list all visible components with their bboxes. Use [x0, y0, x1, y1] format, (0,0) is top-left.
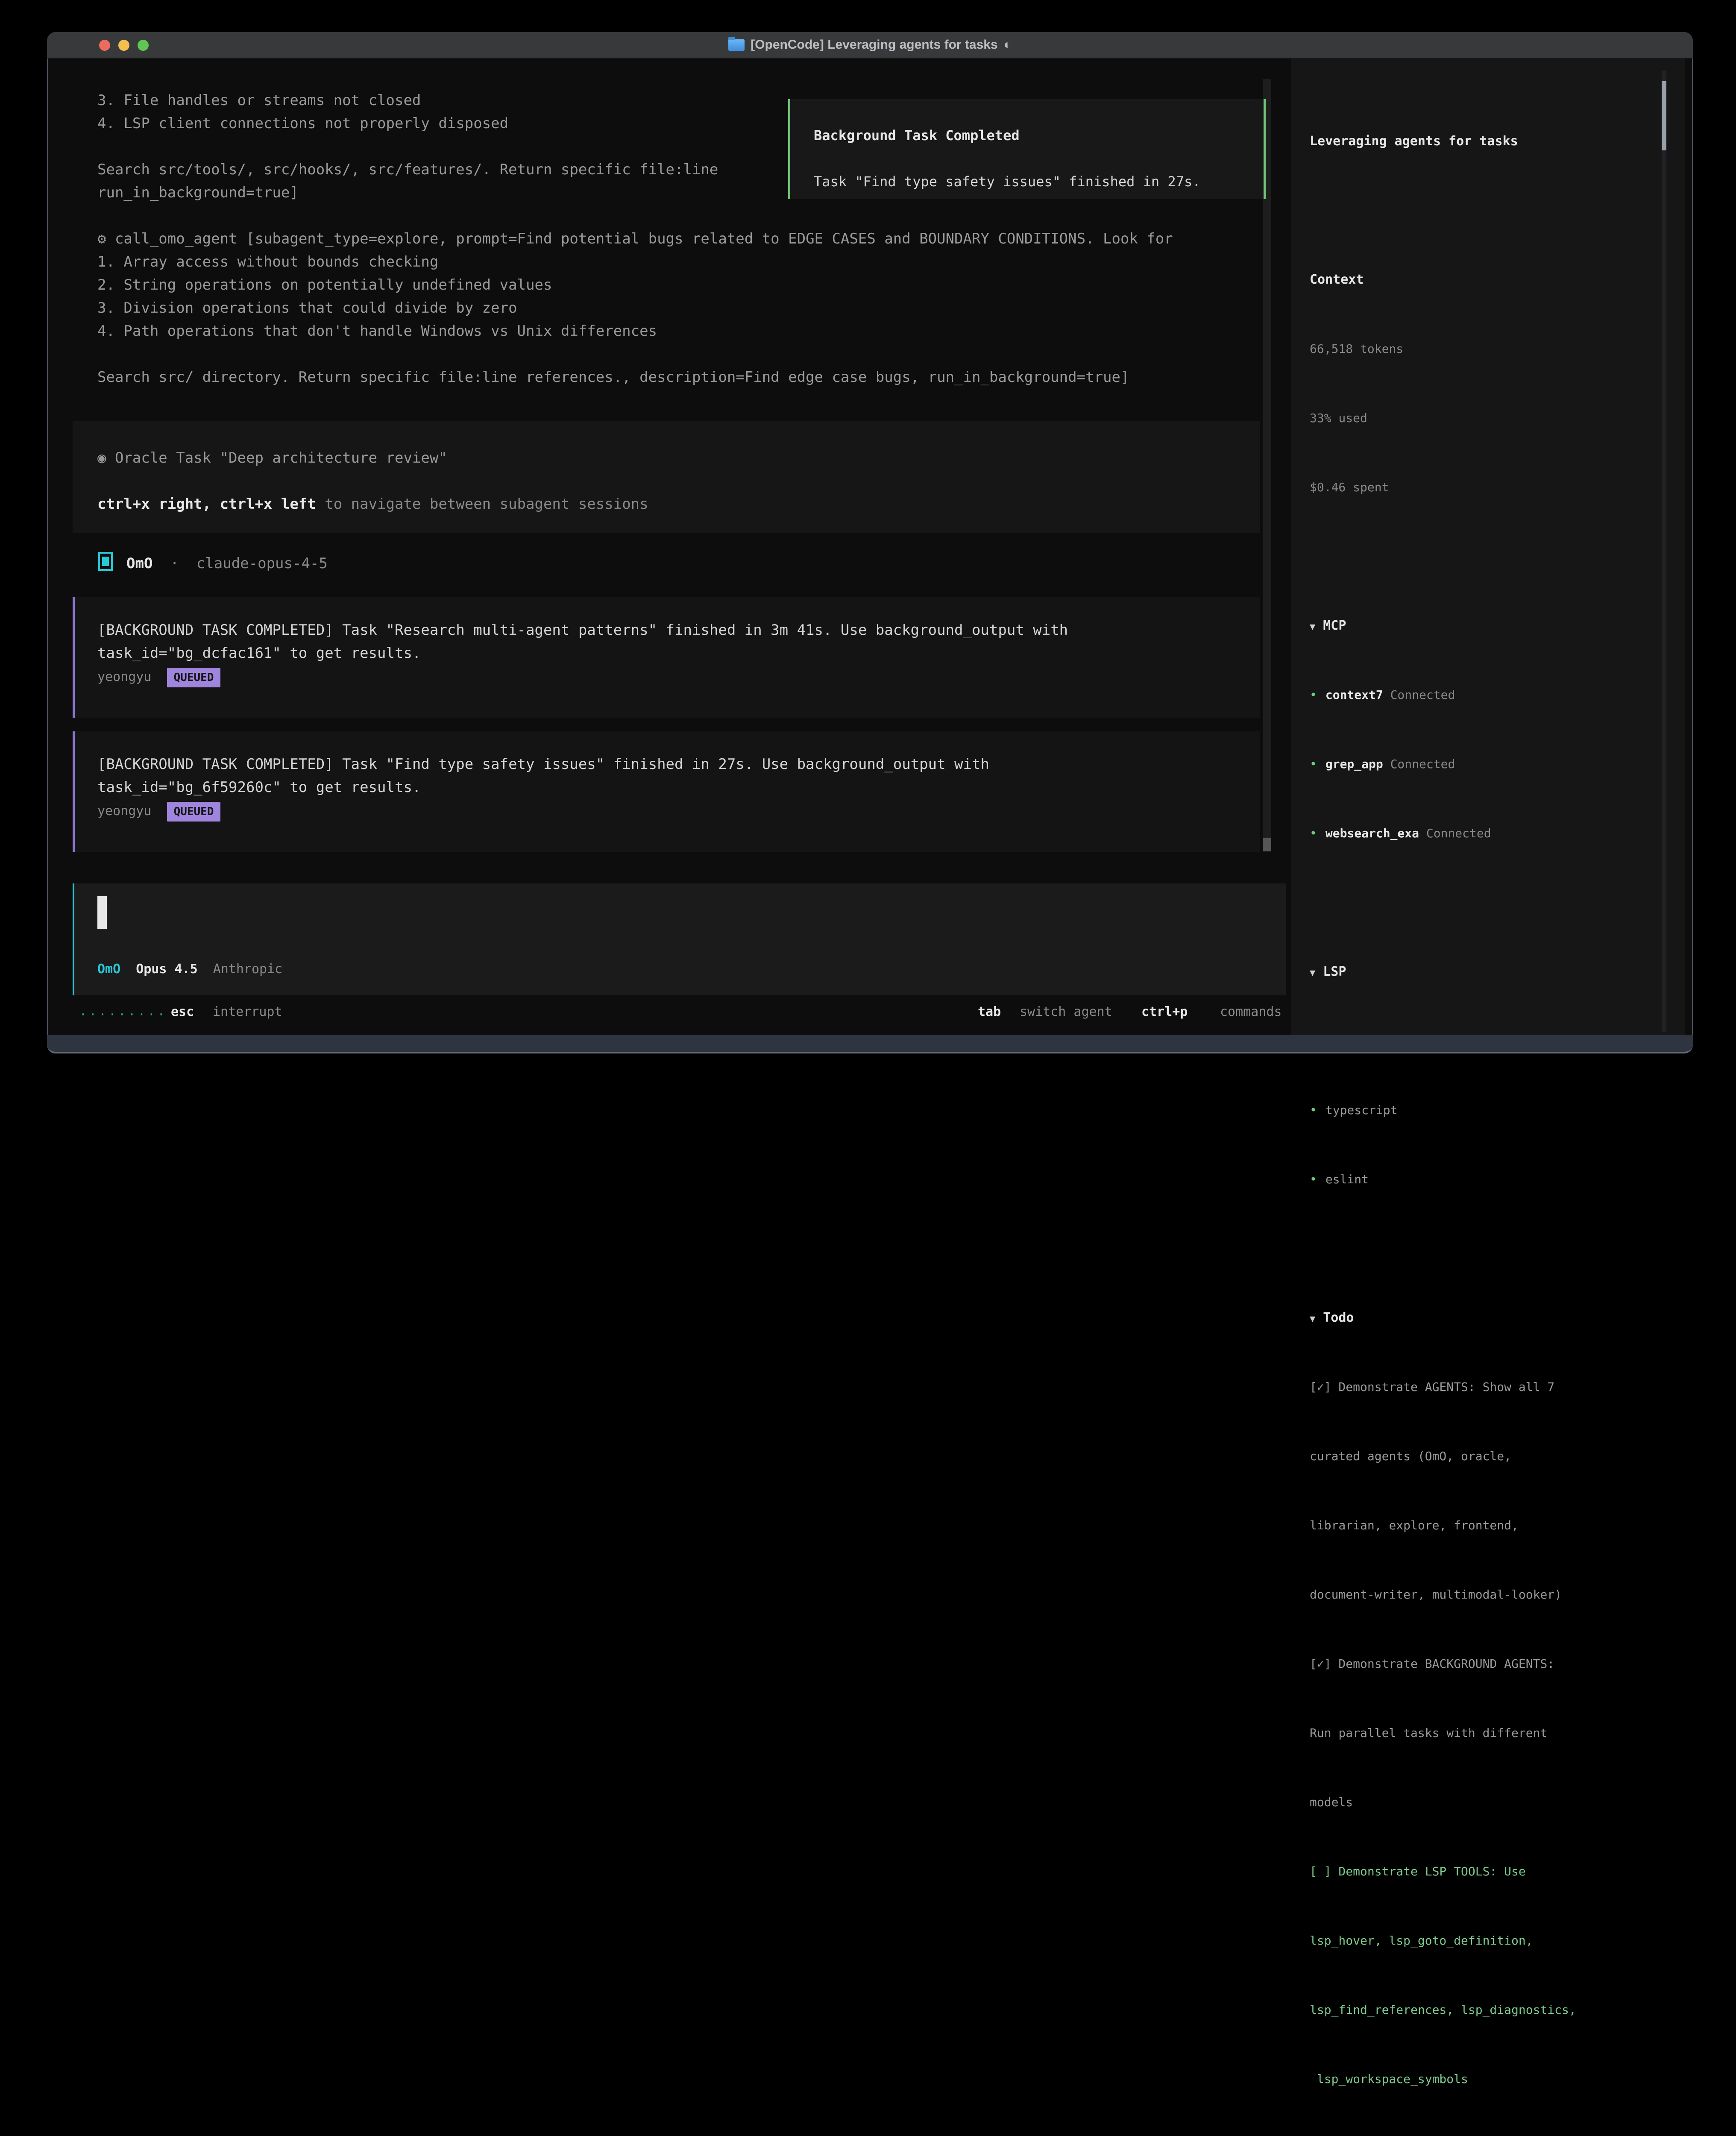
transcript-line: run_in_background=true]: [97, 181, 299, 204]
mcp-item: •grep_app Connected: [1310, 753, 1677, 776]
lsp-section-header[interactable]: ▼LSP: [1310, 960, 1677, 983]
oracle-task-title: ◉ Oracle Task "Deep architecture review": [97, 446, 447, 469]
omo-agent-icon: [98, 552, 113, 571]
todo-section-header[interactable]: ▼Todo: [1310, 1306, 1677, 1329]
transcript-line: 1. Array access without bounds checking: [97, 250, 438, 273]
status-dot-icon: •: [1310, 1103, 1317, 1117]
sidebar: Leveraging agents for tasks Context 66,5…: [1310, 73, 1677, 2136]
model-provider: Anthropic: [213, 958, 283, 981]
session-title: Leveraging agents for tasks: [1310, 130, 1677, 153]
window-title: [OpenCode] Leveraging agents for tasks: [751, 38, 997, 52]
transcript-line: 3. File handles or streams not closed: [97, 89, 421, 112]
shortcut-keys: ctrl+x right, ctrl+x left: [97, 496, 316, 513]
task-message-line: [BACKGROUND TASK COMPLETED] Task "Resear…: [97, 619, 1068, 642]
mcp-item: •websearch_exa Connected: [1310, 822, 1677, 845]
status-dot-icon: •: [1310, 826, 1317, 840]
notification-title: Background Task Completed: [814, 124, 1020, 147]
esc-key-hint: esc: [171, 1001, 194, 1024]
chevron-down-icon: ▼: [1310, 968, 1315, 978]
context-tokens: 66,518 tokens: [1310, 337, 1677, 361]
task-message-line: task_id="bg_dcfac161" to get results.: [97, 642, 421, 665]
ctrlp-key-hint: ctrl+p: [1141, 1001, 1188, 1024]
queued-badge: QUEUED: [167, 668, 221, 687]
queued-badge: QUEUED: [167, 802, 221, 822]
transcript-line: 3. Division operations that could divide…: [97, 296, 517, 320]
todo-line-done: librarian, explore, frontend,: [1310, 1514, 1677, 1537]
commands-label: commands: [1220, 1001, 1282, 1024]
transcript-line: Search src/ directory. Return specific f…: [97, 366, 1129, 389]
gear-icon: ⚙: [97, 230, 106, 247]
task-user: yeongyu: [97, 804, 151, 819]
subagent-shortcut-hint: ctrl+x right, ctrl+x left to navigate be…: [97, 493, 648, 516]
background-task-message: [BACKGROUND TASK COMPLETED] Task "Find t…: [73, 731, 1260, 852]
moon-icon: ◐: [1004, 38, 1012, 52]
todo-line-done: curated agents (OmO, oracle,: [1310, 1445, 1677, 1468]
lsp-item: •eslint: [1310, 1168, 1677, 1191]
todo-line-done: models: [1310, 1791, 1677, 1814]
folder-icon: [728, 39, 745, 51]
agent-header-row: OmO · claude-opus-4-5: [126, 552, 328, 575]
text-cursor: [97, 896, 107, 929]
todo-line-current: lsp_hover, lsp_goto_definition,: [1310, 1929, 1677, 1952]
transcript-line: 2. String operations on potentially unde…: [97, 273, 552, 296]
todo-line-done: Run parallel tasks with different: [1310, 1722, 1677, 1745]
active-model-name: Opus 4.5: [136, 958, 198, 981]
progress-spinner-dots: ⋅⋅⋅⋅⋅⋅⋅⋅⋅: [79, 1003, 167, 1026]
tool-call-line: ⚙ call_omo_agent [subagent_type=explore,…: [97, 227, 1173, 250]
status-dot-icon: •: [1310, 757, 1317, 771]
context-spent: $0.46 spent: [1310, 476, 1677, 499]
task-message-line: task_id="bg_6f59260c" to get results.: [97, 776, 421, 799]
tool-call-text: call_omo_agent [subagent_type=explore, p…: [106, 230, 1173, 247]
shortcut-description: to navigate between subagent sessions: [316, 496, 648, 513]
close-button[interactable]: [99, 40, 110, 51]
background-task-notification: Background Task Completed Task "Find typ…: [788, 99, 1266, 199]
window-bottom-edge: [47, 1035, 1693, 1053]
oracle-task-box: ◉ Oracle Task "Deep architecture review"…: [73, 421, 1260, 533]
context-used: 33% used: [1310, 407, 1677, 430]
model-info-row: OmO Opus 4.5 Anthropic: [97, 958, 282, 981]
main-scrollbar-thumb[interactable]: [1263, 838, 1271, 851]
active-agent-name: OmO: [97, 958, 120, 981]
oracle-icon: ◉: [97, 449, 106, 467]
agent-name: OmO: [126, 555, 152, 572]
todo-line-current: lsp_find_references, lsp_diagnostics,: [1310, 1998, 1677, 2022]
transcript-line: Search src/tools/, src/hooks/, src/featu…: [97, 158, 718, 181]
background-task-message: [BACKGROUND TASK COMPLETED] Task "Resear…: [73, 597, 1260, 718]
transcript-line: 4. Path operations that don't handle Win…: [97, 320, 657, 343]
agent-model: claude-opus-4-5: [196, 555, 328, 572]
notification-body: Task "Find type safety issues" finished …: [814, 170, 1200, 193]
maximize-button[interactable]: [138, 40, 149, 51]
task-message-line: [BACKGROUND TASK COMPLETED] Task "Find t…: [97, 753, 989, 776]
transcript-line: 4. LSP client connections not properly d…: [97, 112, 508, 135]
minimize-button[interactable]: [118, 40, 129, 51]
tab-key-hint: tab: [978, 1001, 1001, 1024]
todo-line-done: [✓] Demonstrate BACKGROUND AGENTS:: [1310, 1652, 1677, 1675]
chevron-down-icon: ▼: [1310, 622, 1315, 632]
mcp-item: •context7 Connected: [1310, 684, 1677, 707]
task-meta-row: yeongyu QUEUED: [97, 666, 220, 689]
status-dot-icon: •: [1310, 1172, 1317, 1186]
task-user: yeongyu: [97, 669, 151, 684]
lsp-item: •typescript: [1310, 1099, 1677, 1122]
titlebar[interactable]: [OpenCode] Leveraging agents for tasks ◐: [47, 32, 1693, 59]
todo-line-done: [✓] Demonstrate AGENTS: Show all 7: [1310, 1376, 1677, 1399]
todo-line-current: lsp_workspace_symbols: [1310, 2068, 1677, 2091]
interrupt-label: interrupt: [213, 1001, 282, 1024]
chevron-down-icon: ▼: [1310, 1314, 1315, 1324]
task-meta-row: yeongyu QUEUED: [97, 800, 220, 823]
todo-line-current: [ ] Demonstrate LSP TOOLS: Use: [1310, 1860, 1677, 1883]
separator-dot: ·: [170, 555, 179, 572]
mcp-section-header[interactable]: ▼MCP: [1310, 614, 1677, 637]
context-heading: Context: [1310, 268, 1677, 291]
todo-line-done: document-writer, multimodal-looker): [1310, 1583, 1677, 1606]
switch-agent-label: switch agent: [1020, 1001, 1112, 1024]
status-dot-icon: •: [1310, 688, 1317, 702]
